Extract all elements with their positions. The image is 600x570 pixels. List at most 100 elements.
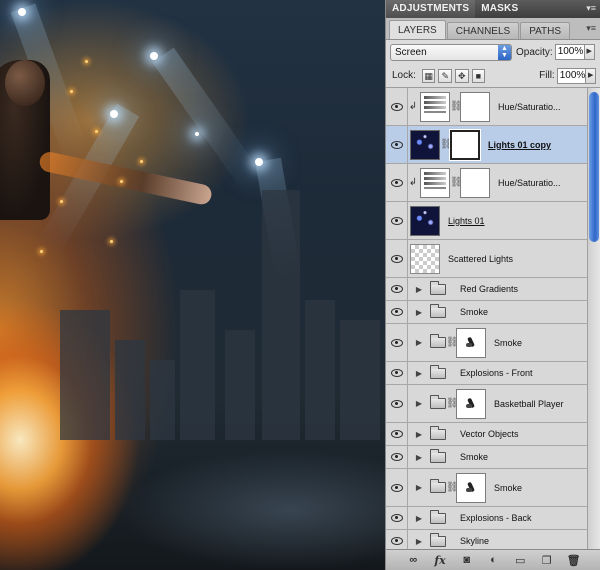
triangle-right-icon[interactable]: ▶ [412,453,426,462]
visibility-toggle[interactable] [386,240,408,277]
group-row[interactable]: ▶ Red Gradients [386,278,588,301]
adjustment-icon[interactable]: ◐ [485,554,501,566]
visibility-toggle[interactable] [386,164,408,201]
visibility-toggle[interactable] [386,385,408,422]
chain-icon[interactable]: ⛓ [446,337,459,348]
layer-row[interactable]: ↲ ⛓ Hue/Saturatio... [386,88,588,126]
layer-row-selected[interactable]: ⛓ Lights 01 copy [386,126,588,164]
group-icon[interactable]: ▭ [512,554,528,567]
skyline-building [60,310,110,440]
visibility-toggle[interactable] [386,301,408,323]
triangle-right-icon[interactable]: ▶ [412,369,426,378]
visibility-toggle[interactable] [386,446,408,468]
panel-menu-icon[interactable]: ▾≡ [586,3,596,14]
opacity-input[interactable]: 100% [554,44,585,60]
triangle-right-icon[interactable]: ▶ [412,514,426,523]
group-row[interactable]: ▶ Explosions - Front [386,362,588,385]
layer-row[interactable]: Lights 01 [386,202,588,240]
visibility-toggle[interactable] [386,507,408,529]
fill-dropdown-icon[interactable]: ▶ [586,67,596,84]
layer-name: Skyline [460,536,490,546]
eye-icon [390,102,403,111]
triangle-right-icon[interactable]: ▶ [412,308,426,317]
layer-name: Basketball Player [494,398,564,409]
visibility-toggle[interactable] [386,324,408,361]
visibility-toggle[interactable] [386,469,408,506]
folder-icon [430,509,446,524]
layer-name: Smoke [494,337,523,348]
layer-name: Explosions - Back [460,513,532,523]
tab-layers[interactable]: LAYERS [389,20,446,39]
tab-adjustments[interactable]: ADJUSTMENTS [386,0,476,18]
link-icon[interactable]: ∞ [405,554,421,566]
chain-icon[interactable]: ⛓ [440,139,453,150]
tab-channels[interactable]: CHANNELS [446,22,520,39]
tab-masks[interactable]: MASKS [475,0,524,18]
group-row[interactable]: ▶ ⛓ Smoke [386,469,588,507]
chain-icon[interactable]: ⛓ [450,101,463,112]
visibility-toggle[interactable] [386,362,408,384]
layer-name: Smoke [460,452,489,462]
clip-arrow-icon: ↲ [408,177,418,188]
group-row[interactable]: ▶ Smoke [386,446,588,469]
layer-row[interactable]: ↲ ⛓ Hue/Saturatio... [386,164,588,202]
skyline-building [115,340,145,440]
triangle-right-icon[interactable]: ▶ [412,399,426,408]
new-layer-icon[interactable]: ❐ [539,554,555,567]
blend-mode-select[interactable]: Screen ▲ ▼ [390,43,512,61]
lock-position-icon[interactable]: ✥ [455,68,469,83]
chain-icon[interactable]: ⛓ [446,482,459,493]
triangle-right-icon[interactable]: ▶ [412,537,426,546]
opacity-label: Opacity: [516,46,553,58]
skyline-building [180,290,215,440]
fill-input[interactable]: 100% [556,67,587,84]
triangle-right-icon[interactable]: ▶ [412,483,426,492]
visibility-toggle[interactable] [386,278,408,300]
spark [70,90,73,93]
group-row[interactable]: ▶ Vector Objects [386,423,588,446]
visibility-toggle[interactable] [386,530,408,549]
chain-icon[interactable]: ⛓ [450,177,463,188]
scrollbar-thumb[interactable] [589,92,599,242]
triangle-right-icon[interactable]: ▶ [412,338,426,347]
layer-name: Hue/Saturatio... [498,177,561,188]
eye-icon [390,338,403,347]
visibility-toggle[interactable] [386,202,408,239]
panel-sub-tabs: LAYERS CHANNELS PATHS ▾≡ [386,18,600,40]
chain-icon[interactable]: ⛓ [446,398,459,409]
group-row[interactable]: ▶ Explosions - Back [386,507,588,530]
spark [110,240,113,243]
opacity-dropdown-icon[interactable]: ▶ [584,44,595,60]
layer-name: Lights 01 [448,215,485,226]
layers-scrollbar[interactable] [587,88,600,549]
triangle-right-icon[interactable]: ▶ [412,430,426,439]
group-row[interactable]: ▶ Smoke [386,301,588,324]
fx-icon[interactable]: fx [432,554,448,567]
eye-icon [390,537,403,545]
visibility-toggle[interactable] [386,126,408,163]
group-row[interactable]: ▶ ⛓ Basketball Player [386,385,588,423]
trash-icon[interactable]: 🗑 [566,554,582,567]
layers-bottom-bar: ∞ fx ◙ ◐ ▭ ❐ 🗑 [386,549,600,570]
group-row[interactable]: ▶ Skyline [386,530,588,549]
layer-row[interactable]: Scattered Lights [386,240,588,278]
layers-menu-icon[interactable]: ▾≡ [586,23,596,34]
spotlight [110,110,118,118]
tab-paths[interactable]: PATHS [520,22,571,39]
lock-transparency-icon[interactable]: ▦ [421,68,436,83]
visibility-toggle[interactable] [386,88,408,125]
mask-icon[interactable]: ◙ [459,554,475,566]
lock-pixels-icon[interactable]: ✎ [438,68,453,83]
blend-row: Screen ▲ ▼ Opacity: 100% ▶ [386,40,600,64]
spark [60,200,63,203]
lock-all-icon[interactable]: ■ [471,68,486,83]
triangle-right-icon[interactable]: ▶ [412,285,426,294]
document-canvas[interactable] [0,0,385,570]
skyline-building [150,360,175,440]
visibility-toggle[interactable] [386,423,408,445]
eye-icon [390,140,403,149]
mask-thumbnail [460,91,490,122]
lock-label: Lock: [392,70,416,81]
group-row[interactable]: ▶ ⛓ Smoke [386,324,588,362]
mask-thumbnail [456,388,486,419]
